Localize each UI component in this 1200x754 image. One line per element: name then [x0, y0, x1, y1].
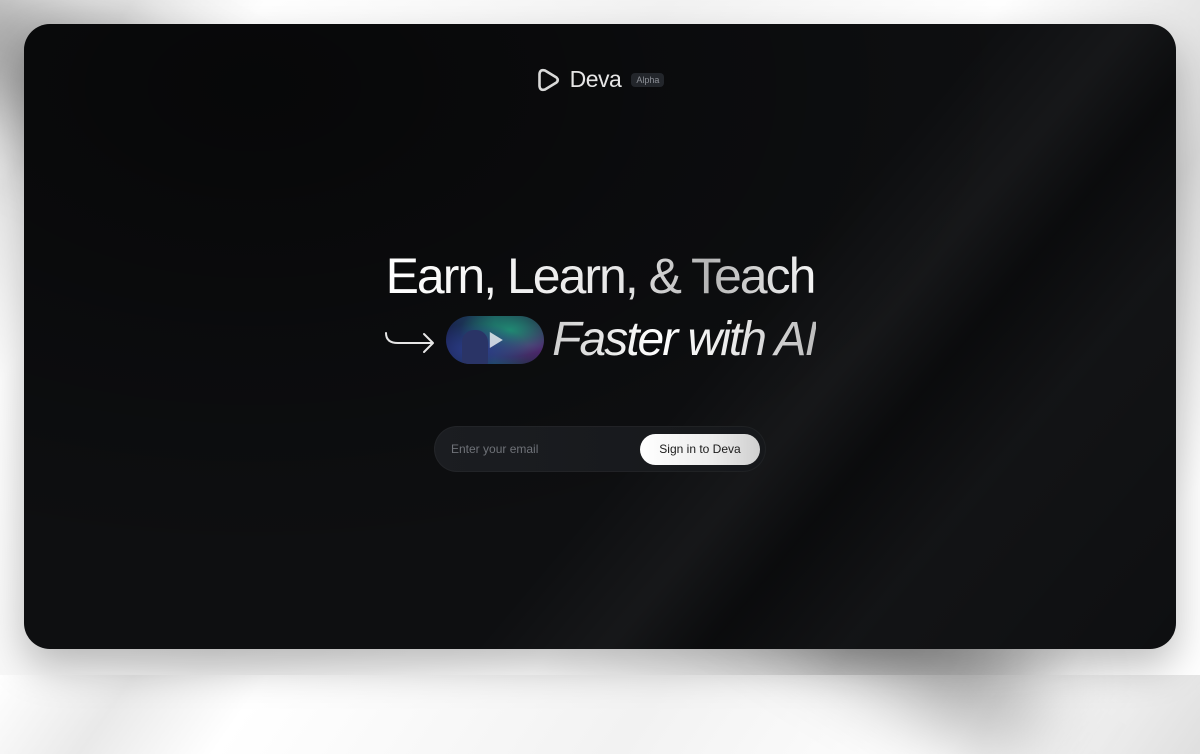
- curved-arrow-right-icon: [385, 332, 435, 353]
- hero-headline-line-1: Earn, Learn, & Teach: [24, 246, 1176, 306]
- video-thumbnail[interactable]: [446, 316, 545, 364]
- email-signin-form: Sign in to Deva: [434, 426, 766, 472]
- hero-headline-line-2: Faster with AI: [24, 312, 1176, 368]
- hero: Earn, Learn, & Teach Faster with AI: [24, 246, 1176, 368]
- alpha-badge: Alpha: [631, 72, 665, 87]
- deva-logo-icon: [537, 68, 559, 91]
- thumbnail-figure: [462, 330, 489, 364]
- headline-italic-text: Faster with AI: [552, 313, 818, 366]
- email-field[interactable]: [451, 434, 640, 464]
- play-icon[interactable]: [489, 332, 503, 348]
- sign-in-button[interactable]: Sign in to Deva: [640, 433, 760, 465]
- landing-panel: Deva Alpha Earn, Learn, & Teach Faster w…: [24, 24, 1176, 649]
- headline-text: Earn, Learn, & Teach: [385, 248, 817, 304]
- brand-logo[interactable]: Deva Alpha: [24, 66, 1176, 93]
- brand-name: Deva: [569, 66, 622, 92]
